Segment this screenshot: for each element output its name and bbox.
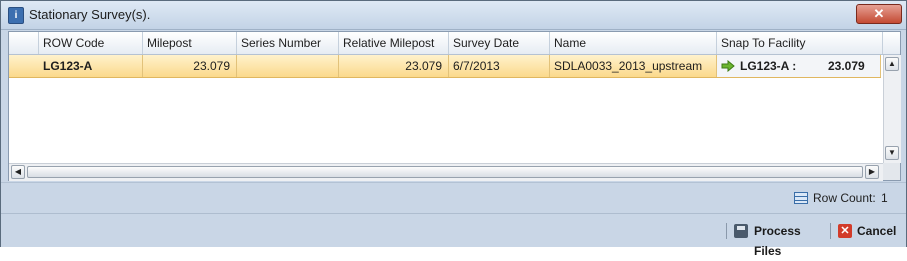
survey-grid: ROW Code Milepost Series Number Relative… (8, 31, 901, 181)
row-count-value: 1 (881, 191, 888, 205)
column-header-relative-milepost[interactable]: Relative Milepost (339, 32, 449, 54)
row-count-label: Row Count: (813, 191, 876, 205)
footer-separator (726, 223, 727, 239)
save-disk-icon (734, 224, 748, 238)
cell-milepost[interactable]: 23.079 (143, 55, 237, 77)
column-header-name[interactable]: Name (550, 32, 717, 54)
cell-relative-milepost[interactable]: 23.079 (339, 55, 449, 77)
process-files-label: Process Files (754, 224, 801, 258)
scroll-right-button[interactable]: ▶ (865, 165, 879, 179)
column-header-row-code[interactable]: ROW Code (39, 32, 143, 54)
cell-survey-date[interactable]: 6/7/2013 (449, 55, 550, 77)
stationary-survey-dialog: i Stationary Survey(s). ✕ ROW Code Milep… (0, 0, 907, 258)
cell-series-number[interactable] (237, 55, 339, 77)
cancel-icon: ✕ (838, 224, 852, 238)
table-icon (794, 192, 808, 204)
scroll-down-button[interactable]: ▼ (885, 146, 899, 160)
scrollbar-corner (883, 163, 900, 180)
horizontal-scrollbar[interactable]: ◀ ▶ (9, 163, 883, 181)
green-arrow-icon (721, 60, 735, 72)
cancel-button[interactable]: ✕ Cancel (838, 221, 898, 241)
close-button[interactable]: ✕ (856, 4, 902, 24)
snap-facility-code: LG123-A : (740, 59, 797, 73)
cell-row-code[interactable]: LG123-A (39, 55, 143, 77)
scroll-up-button[interactable]: ▲ (885, 57, 899, 71)
column-header-series-number[interactable]: Series Number (237, 32, 339, 54)
scroll-left-button[interactable]: ◀ (11, 165, 25, 179)
process-files-button[interactable]: Process Files (734, 221, 826, 258)
footer-separator (830, 223, 831, 239)
cell-snap-to-facility[interactable]: LG123-A : 23.079 (717, 55, 881, 77)
dialog-footer: Process Files ✕ Cancel (1, 213, 906, 258)
column-header-survey-date[interactable]: Survey Date (449, 32, 550, 54)
title-bar: i Stationary Survey(s). ✕ (1, 1, 906, 30)
status-bar: Row Count: 1 (1, 182, 906, 213)
grid-header: ROW Code Milepost Series Number Relative… (9, 32, 900, 55)
header-corner (9, 32, 39, 54)
column-header-milepost[interactable]: Milepost (143, 32, 237, 54)
table-row[interactable]: LG123-A 23.079 23.079 6/7/2013 SDLA0033_… (9, 55, 881, 78)
window-title: Stationary Survey(s). (29, 7, 151, 22)
app-icon: i (8, 7, 24, 24)
vertical-scrollbar[interactable]: ▲ ▼ (883, 55, 901, 163)
cell-name[interactable]: SDLA0033_2013_upstream (550, 55, 717, 77)
column-header-snap-to-facility[interactable]: Snap To Facility (717, 32, 883, 54)
snap-facility-milepost: 23.079 (828, 59, 865, 73)
horizontal-scroll-thumb[interactable] (27, 166, 863, 178)
cancel-label: Cancel (857, 224, 897, 238)
